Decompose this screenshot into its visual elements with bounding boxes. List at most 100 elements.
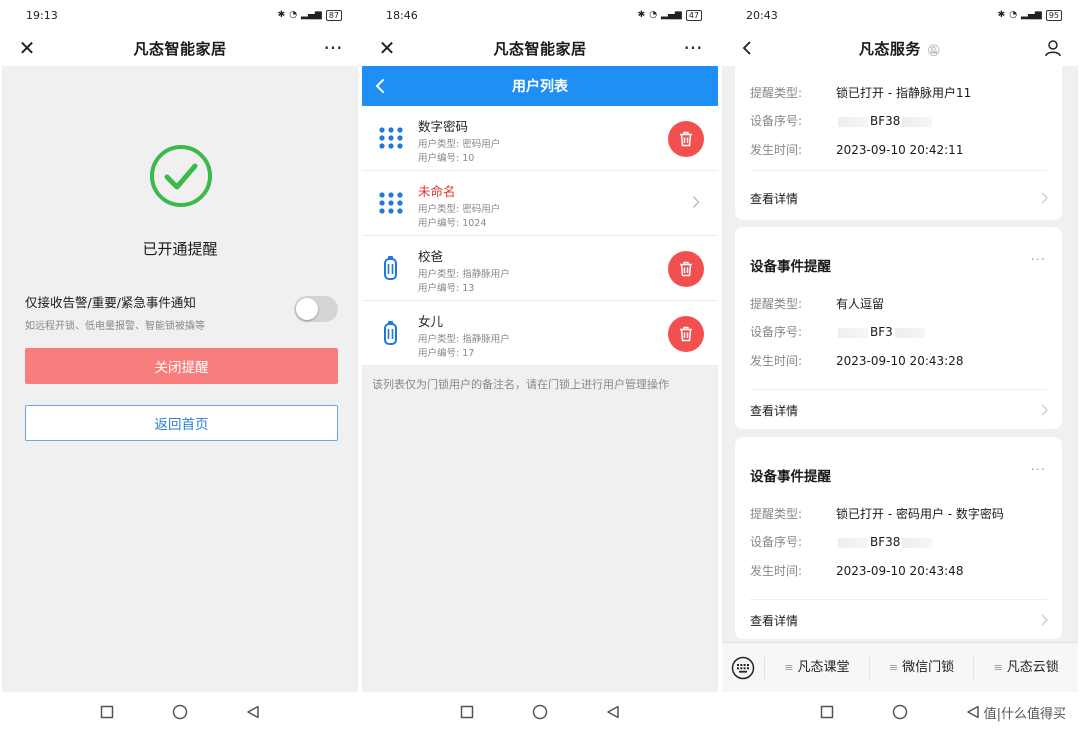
list-item[interactable]: 校爸 用户类型: 指静脉用户 用户编号: 13 [362,236,718,301]
nav-bar: 凡态服务 🔕︎ [722,30,1078,66]
home-icon[interactable] [172,704,188,720]
trash-icon [680,326,692,342]
chevron-right-icon[interactable] [1041,192,1048,204]
wifi-icon: ◔ [649,10,658,20]
user-name: 女儿 [418,314,444,329]
trash-icon [680,131,692,147]
blurred-serial [894,327,925,338]
back-arrow-icon[interactable] [734,35,760,61]
status-time: 20:43 [746,8,778,22]
chevron-right-icon[interactable] [692,195,700,209]
wifi-icon: ◔ [1009,10,1018,20]
more-icon[interactable]: ··· [1031,463,1046,478]
event-card: 设备事件提醒 ··· 提醒类型: 有人逗留 设备序号: BF3 发生时间: 2023-… [735,227,1062,429]
recents-icon[interactable] [820,705,834,719]
blurred-serial [838,537,868,548]
event-card: 提醒类型: 锁已打开 - 指静脉用户11 设备序号: BF38 发生时间: 2023-… [735,66,1062,220]
card-title: 设备事件提醒 [750,259,831,275]
card-title: 设备事件提醒 [750,469,831,485]
blurred-serial [838,327,868,338]
bluetooth-icon: ✱ [277,10,286,20]
status-bar: 18:46 ✱ ◔ ▂▄▆ 47 [362,0,718,30]
view-details-link[interactable]: 查看详情 [750,612,798,629]
event-row: 设备序号: BF38 [750,112,934,129]
user-type: 用户类型: 指静脉用户 [418,334,510,345]
back-icon[interactable] [606,705,620,719]
signal-icon: ▂▄▆ [1021,10,1042,20]
watermark: 值|什么值得买 [981,703,1068,722]
status-time: 18:46 [386,8,418,22]
delete-button[interactable] [668,316,704,352]
list-item[interactable]: 未命名 用户类型: 密码用户 用户编号: 1024 [362,171,718,236]
success-title: 已开通提醒 [142,240,218,258]
page-title: 凡态服务 🔕︎ [858,39,942,58]
recents-icon[interactable] [100,705,114,719]
phone-screen-user-list: 18:46 ✱ ◔ ▂▄▆ 47 ✕ 凡态智能家居 ··· 用户列表 数字密码 … [362,0,718,732]
more-icon[interactable]: ··· [680,35,706,61]
profile-icon[interactable] [1040,35,1066,61]
finger-vein-icon [384,321,397,345]
system-nav-bar [2,692,358,732]
signal-icon: ▂▄▆ [301,10,322,20]
battery-icon: 47 [685,9,702,21]
user-name: 未命名 [418,184,456,199]
view-details-link[interactable]: 查看详情 [750,190,798,207]
phone-screen-notification: 19:13 ✱ ◔ ▂▄▆ 87 ✕ 凡态智能家居 ··· 已开通提醒 仅接收告… [2,0,358,732]
page-title: 凡态智能家居 [133,39,227,58]
service-menu-bar: ≡ 凡态课堂 ≡ 微信门锁 ≡ 凡态云锁 [722,642,1078,692]
signal-icon: ▂▄▆ [661,10,682,20]
status-time: 19:13 [26,8,58,22]
success-check-icon [150,145,212,207]
toggle-knob [296,298,318,320]
menu-icon: ≡ [784,660,794,674]
home-icon[interactable] [892,704,908,720]
chevron-right-icon[interactable] [1041,614,1048,626]
keyboard-icon[interactable] [722,656,764,680]
wifi-icon: ◔ [289,10,298,20]
blurred-serial [838,116,868,127]
header-title: 用户列表 [512,79,568,95]
back-home-button[interactable]: 返回首页 [25,405,338,441]
user-number: 用户编号: 13 [418,283,475,294]
user-list-header: 用户列表 [362,66,718,106]
back-arrow-icon[interactable] [374,66,386,106]
home-icon[interactable] [532,704,548,720]
close-icon[interactable]: ✕ [14,35,40,61]
event-row: 提醒类型: 锁已打开 - 指静脉用户11 [750,86,972,100]
menu-tab-classroom[interactable]: ≡ 凡态课堂 [764,656,869,679]
event-row: 提醒类型: 锁已打开 - 密码用户 - 数字密码 [750,507,1004,521]
back-icon[interactable] [966,705,980,719]
delete-button[interactable] [668,121,704,157]
user-name: 数字密码 [418,119,469,134]
mute-bell-icon: 🔕︎ [926,43,942,57]
close-icon[interactable]: ✕ [374,35,400,61]
phone-screen-service-messages: 20:43 ✱ ◔ ▂▄▆ 95 凡态服务 🔕︎ 提醒类型: 锁已打开 - 指静脉… [722,0,1078,732]
keypad-icon [379,192,403,214]
more-icon[interactable]: ··· [1031,253,1046,268]
main-content: 已开通提醒 仅接收告警/重要/紧急事件通知 如远程开锁、低电量报警、智能锁被撬等… [2,66,358,692]
event-card: 设备事件提醒 ··· 提醒类型: 锁已打开 - 密码用户 - 数字密码 设备序号:… [735,437,1062,639]
delete-button[interactable] [668,251,704,287]
status-bar: 19:13 ✱ ◔ ▂▄▆ 87 [2,0,358,30]
more-icon[interactable]: ··· [320,35,346,61]
user-list: 数字密码 用户类型: 密码用户 用户编号: 10 未命名 用户类型: 密码用户 … [362,106,718,366]
nav-bar: ✕ 凡态智能家居 ··· [362,30,718,66]
chevron-right-icon[interactable] [1041,404,1048,416]
user-number: 用户编号: 17 [418,348,475,359]
battery-icon: 87 [325,9,342,21]
back-icon[interactable] [246,705,260,719]
recents-icon[interactable] [460,705,474,719]
alert-toggle[interactable] [294,296,338,322]
user-name: 校爸 [418,249,444,264]
trash-icon [680,261,692,277]
user-number: 用户编号: 1024 [418,218,487,229]
list-item[interactable]: 数字密码 用户类型: 密码用户 用户编号: 10 [362,106,718,171]
battery-icon: 95 [1045,9,1062,21]
event-row: 设备序号: BF3 [750,323,927,340]
list-item[interactable]: 女儿 用户类型: 指静脉用户 用户编号: 17 [362,301,718,366]
view-details-link[interactable]: 查看详情 [750,402,798,419]
close-alert-button[interactable]: 关闭提醒 [25,348,338,384]
blurred-serial [902,116,933,127]
menu-tab-wechat-lock[interactable]: ≡ 微信门锁 [868,656,974,679]
menu-tab-cloud-lock[interactable]: ≡ 凡态云锁 [973,656,1078,679]
